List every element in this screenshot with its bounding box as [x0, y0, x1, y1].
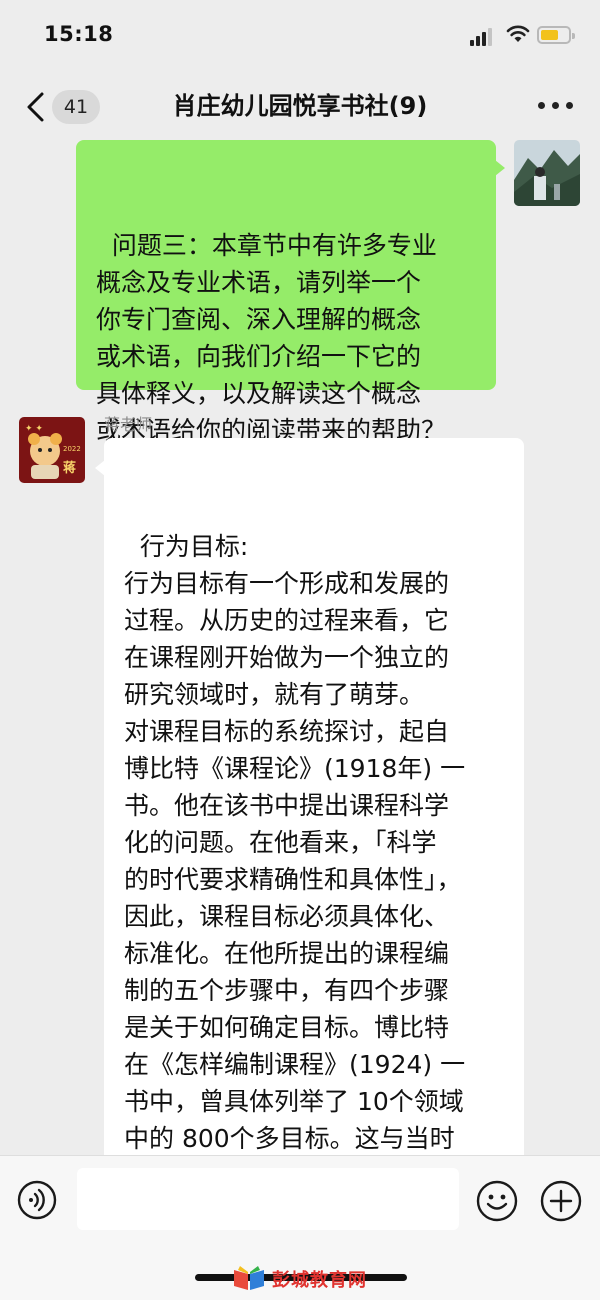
wifi-icon [506, 25, 530, 42]
book-logo-icon [234, 1266, 264, 1290]
voice-icon[interactable] [17, 1180, 57, 1220]
chat-header: 41 肖庄幼儿园悦享书社(9) [0, 76, 600, 138]
svg-text:✦ ✦: ✦ ✦ [25, 424, 43, 434]
chevron-left-icon[interactable] [20, 90, 54, 124]
avatar-char-text: 蒋 [63, 461, 77, 476]
my-avatar[interactable] [514, 140, 580, 206]
sender-name: 蒋老师 [104, 415, 153, 434]
chat-title: 肖庄幼儿园悦享书社(9) [172, 92, 428, 120]
status-time: 15:18 [44, 22, 114, 46]
sender-avatar[interactable]: ✦ ✦ 2022 蒋 [19, 417, 85, 483]
battery-icon [537, 26, 575, 44]
avatar-year-text: 2022 [63, 445, 81, 453]
incoming-message-text: 行为目标: 行为目标有一个形成和发展的 过程。从历史的过程来看，它 在课程刚开始… [124, 532, 466, 1227]
photo-avatar-image [514, 140, 580, 206]
watermark-text: 彭城教育网 [272, 1270, 367, 1291]
incoming-message-bubble[interactable]: 行为目标: 行为目标有一个形成和发展的 过程。从历史的过程来看，它 在课程刚开始… [95, 438, 524, 1227]
chat-input-bar: 彭城教育网 [0, 1155, 600, 1300]
plus-icon[interactable] [540, 1180, 582, 1222]
battery-level [541, 30, 558, 40]
cellular-signal-icon [470, 28, 492, 46]
unread-count-badge[interactable]: 41 [52, 90, 100, 124]
outgoing-message-bubble[interactable]: 问题三：本章节中有许多专业 概念及专业术语，请列举一个 你专门查阅、深入理解的概… [76, 140, 505, 445]
ellipsis-icon[interactable] [538, 102, 574, 112]
watermark: 彭城教育网 [232, 1264, 382, 1294]
emoji-icon[interactable] [476, 1180, 518, 1222]
status-bar: 15:18 [0, 0, 600, 76]
message-input[interactable] [77, 1168, 459, 1230]
